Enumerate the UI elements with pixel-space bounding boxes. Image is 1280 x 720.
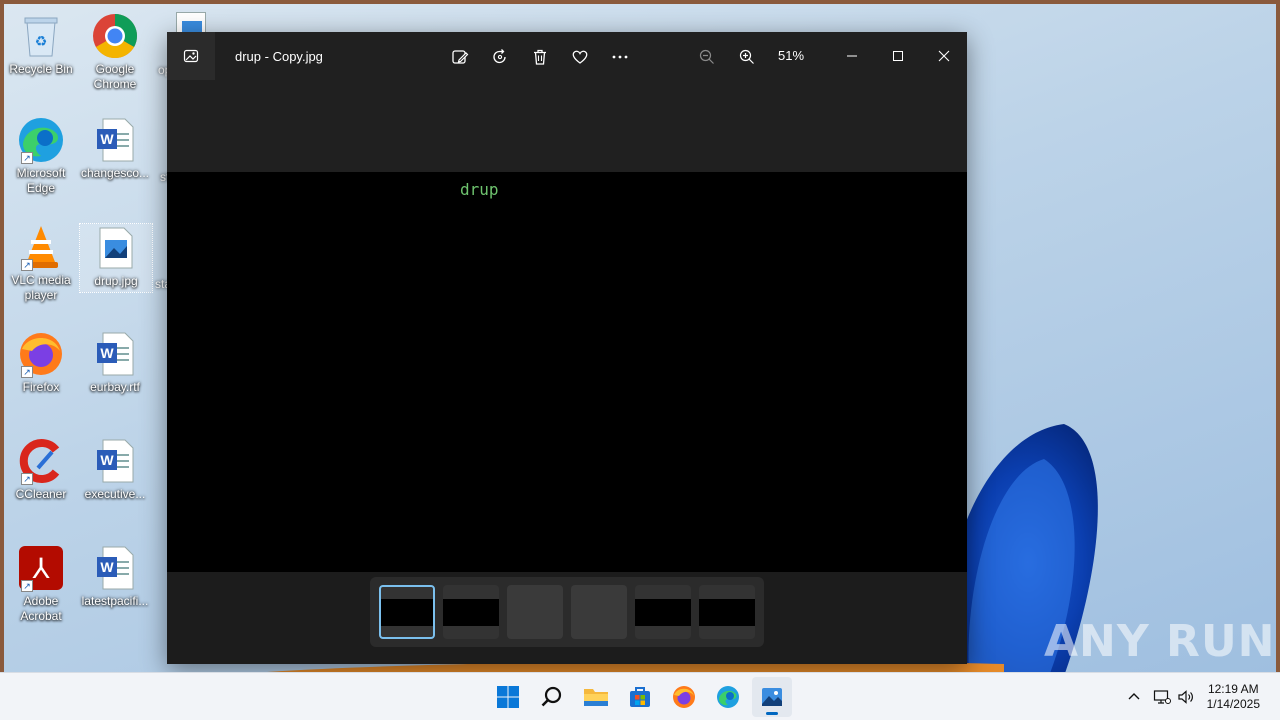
filmstrip-thumbnail[interactable]: [379, 585, 435, 639]
recycle-bin-icon: ♻: [17, 12, 65, 60]
more-icon[interactable]: [607, 44, 633, 70]
svg-text:W: W: [100, 452, 114, 468]
zoom-in-icon[interactable]: [734, 44, 760, 70]
zoom-out-icon[interactable]: [694, 44, 720, 70]
chrome-icon: [91, 12, 139, 60]
vlc-icon: ↗: [17, 223, 65, 271]
file-explorer-icon[interactable]: [576, 677, 616, 717]
desktop-icon-acrobat[interactable]: ⅄ ↗ Adobe Acrobat: [5, 544, 77, 624]
favorite-icon[interactable]: [567, 44, 593, 70]
delete-icon[interactable]: [527, 44, 553, 70]
store-icon[interactable]: [620, 677, 660, 717]
firefox-icon: ↗: [17, 330, 65, 378]
desktop-icon-recycle-bin[interactable]: ♻ Recycle Bin: [5, 12, 77, 77]
desktop-icon-label: Adobe Acrobat: [20, 594, 62, 623]
desktop-icon-label: VLC media player: [11, 273, 71, 302]
desktop-icon-chrome[interactable]: Google Chrome: [79, 12, 151, 92]
active-indicator: [766, 712, 778, 715]
desktop-icon-edge[interactable]: ↗ Microsoft Edge: [5, 116, 77, 196]
desktop-icon-label: drup.jpg: [94, 274, 138, 288]
close-button[interactable]: [921, 40, 967, 72]
zoom-level[interactable]: 51%: [778, 48, 804, 63]
photos-window[interactable]: drup - Copy.jpg 51% drup: [167, 32, 967, 664]
desktop-icon-drup-jpg[interactable]: drup.jpg: [79, 223, 153, 293]
ccleaner-icon: ↗: [17, 437, 65, 485]
chevron-up-icon[interactable]: [1123, 686, 1145, 708]
acrobat-icon: ⅄ ↗: [17, 544, 65, 592]
clock-time: 12:19 AM: [1207, 682, 1259, 696]
firefox-icon[interactable]: [664, 677, 704, 717]
start-icon[interactable]: [488, 677, 528, 717]
photos-app-icon: [167, 32, 215, 80]
filmstrip-bar: [167, 572, 967, 664]
maximize-button[interactable]: [875, 40, 921, 72]
desktop-icon-label: Firefox: [22, 380, 60, 394]
filmstrip-thumbnail[interactable]: [571, 585, 627, 639]
word-document-icon: W: [91, 544, 139, 592]
file-title: drup - Copy.jpg: [235, 49, 323, 64]
clock-date: 1/14/2025: [1206, 697, 1260, 711]
clock[interactable]: 12:19 AM 1/14/2025: [1207, 682, 1260, 712]
filmstrip-thumbnail[interactable]: [635, 585, 691, 639]
image-file-icon: [92, 224, 140, 272]
desktop-icon-firefox[interactable]: ↗ Firefox: [5, 330, 77, 395]
svg-text:W: W: [100, 345, 114, 361]
filmstrip[interactable]: [370, 577, 764, 647]
svg-text:W: W: [100, 559, 114, 575]
photos-icon[interactable]: [752, 677, 792, 717]
filmstrip-thumbnail[interactable]: [699, 585, 755, 639]
desktop-icon-latestpacifi[interactable]: W latestpacifi...: [79, 544, 151, 609]
search-icon[interactable]: [532, 677, 572, 717]
filmstrip-thumbnail[interactable]: [507, 585, 563, 639]
desktop-icon-label: Google Chrome: [93, 62, 137, 91]
desktop-icon-label: Recycle Bin: [9, 62, 73, 76]
svg-text:♻: ♻: [35, 33, 48, 49]
desktop-icon-label: Microsoft Edge: [16, 166, 66, 195]
word-document-icon: W: [91, 437, 139, 485]
filmstrip-thumbnail[interactable]: [443, 585, 499, 639]
rotate-icon[interactable]: [487, 44, 513, 70]
watermark: ANY RUN: [1044, 616, 1276, 667]
svg-text:W: W: [100, 131, 114, 147]
edge-icon: ↗: [17, 116, 65, 164]
word-document-icon: W: [91, 116, 139, 164]
desktop-icon-label: executive...: [84, 487, 146, 501]
desktop-icon-label: changesco...: [80, 166, 150, 180]
taskbar: 12:19 AM 1/14/2025: [0, 672, 1280, 720]
desktop-icon-label: eurbay.rtf: [90, 380, 140, 394]
desktop-icon-label: latestpacifi...: [81, 594, 149, 608]
network-icon[interactable]: [1151, 686, 1173, 708]
image-content-text: drup: [460, 180, 499, 199]
desktop-icon-ccleaner[interactable]: ↗ CCleaner: [5, 437, 77, 502]
volume-icon[interactable]: [1175, 686, 1197, 708]
image-viewer[interactable]: drup: [167, 172, 967, 572]
desktop-icon-changesco[interactable]: W changesco...: [79, 116, 151, 181]
desktop-icon-label: CCleaner: [15, 487, 67, 501]
desktop-icon-eurbay[interactable]: W eurbay.rtf: [79, 330, 151, 395]
desktop-icon-vlc[interactable]: ↗ VLC media player: [5, 223, 77, 303]
title-bar[interactable]: drup - Copy.jpg 51%: [167, 32, 967, 80]
minimize-button[interactable]: [829, 40, 875, 72]
desktop-icon-executive[interactable]: W executive...: [79, 437, 151, 502]
edge-icon[interactable]: [708, 677, 748, 717]
word-document-icon: W: [91, 330, 139, 378]
edit-image-icon[interactable]: [447, 44, 473, 70]
